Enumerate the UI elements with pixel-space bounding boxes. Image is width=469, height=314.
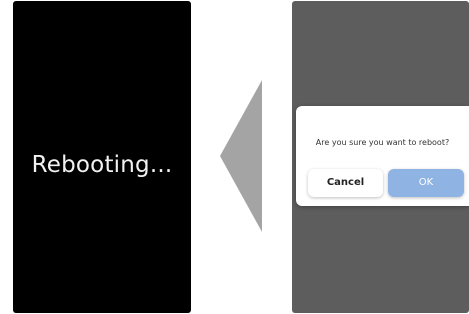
reboot-confirm-dialog: Are you sure you want to reboot? Cancel …	[296, 106, 469, 206]
rebooting-screen: Rebooting...	[13, 1, 191, 313]
dialog-message: Are you sure you want to reboot?	[315, 138, 450, 147]
left-arrow-icon	[220, 80, 262, 232]
ok-button[interactable]: OK	[388, 169, 464, 197]
cancel-button[interactable]: Cancel	[308, 169, 383, 197]
rebooting-status-text: Rebooting...	[31, 152, 173, 178]
reboot-confirm-screen: Are you sure you want to reboot? Cancel …	[292, 1, 469, 313]
